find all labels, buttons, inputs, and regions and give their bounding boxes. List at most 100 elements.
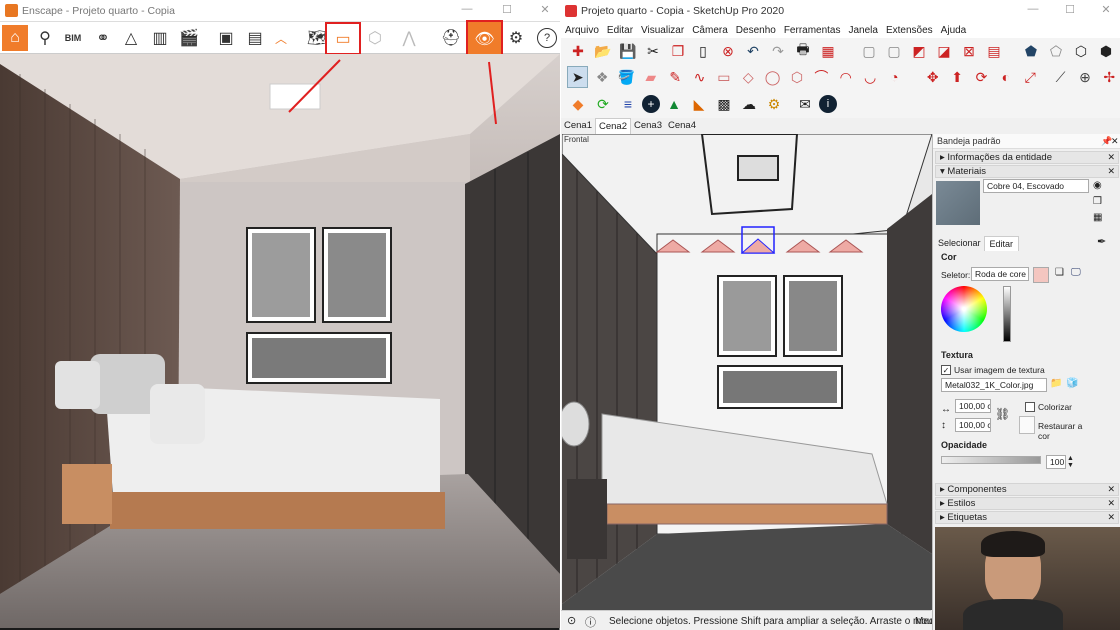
reset-color-swatch[interactable] bbox=[1019, 416, 1035, 434]
menu-arquivo[interactable]: Arquivo bbox=[561, 22, 603, 38]
cut-icon[interactable]: ✂ bbox=[642, 40, 664, 62]
tags-close-icon[interactable]: ✕ bbox=[1107, 512, 1115, 523]
arc-2-icon[interactable]: ◠ bbox=[835, 66, 856, 88]
eraser-icon[interactable]: ▰ bbox=[640, 66, 661, 88]
feedback-mail-icon[interactable]: ✉ bbox=[794, 93, 816, 115]
solid-tools-1-icon[interactable]: ◩ bbox=[908, 40, 930, 62]
tab-cena1[interactable]: Cena1 bbox=[561, 118, 595, 134]
arc-icon[interactable]: ⌒ bbox=[811, 66, 832, 88]
orbit-icon[interactable]: ⊕ bbox=[1074, 66, 1095, 88]
maximize-icon[interactable]: ☐ bbox=[1063, 3, 1077, 17]
tab-select[interactable]: Selecionar bbox=[935, 236, 984, 251]
push-pull-icon[interactable]: ⬆ bbox=[946, 66, 967, 88]
match-model-color-icon[interactable]: ❏ bbox=[1055, 267, 1064, 278]
freehand-icon[interactable]: ∿ bbox=[689, 66, 710, 88]
arc-3-icon[interactable]: ◡ bbox=[859, 66, 880, 88]
model-info-icon[interactable]: ▦ bbox=[817, 40, 839, 62]
undo-icon[interactable]: ↶ bbox=[742, 40, 764, 62]
texture-width-field[interactable]: 100,00 cr bbox=[955, 399, 991, 413]
opacity-slider[interactable] bbox=[941, 456, 1041, 464]
rectangle-icon[interactable]: ▭ bbox=[713, 66, 734, 88]
section-components[interactable]: ▸ Componentes ✕ bbox=[935, 483, 1119, 496]
menu-ajuda[interactable]: Ajuda bbox=[937, 22, 971, 38]
redo-icon[interactable]: ↷ bbox=[767, 40, 789, 62]
use-texture-checkbox[interactable]: ✓ bbox=[941, 365, 951, 375]
texture-height-field[interactable]: 100,00 cr bbox=[955, 418, 991, 432]
iso-view-icon[interactable]: ⬟ bbox=[1020, 40, 1042, 62]
browse-folder-icon[interactable]: 📁 bbox=[1050, 378, 1062, 389]
push-pull-1-icon[interactable]: ▢ bbox=[858, 40, 880, 62]
tray-close-icon[interactable]: ✕ bbox=[1111, 136, 1119, 147]
tab-cena2[interactable]: Cena2 bbox=[595, 118, 631, 134]
menu-desenho[interactable]: Desenho bbox=[732, 22, 780, 38]
status-geo-icon[interactable]: ⊙ bbox=[567, 614, 576, 627]
color-swatch[interactable] bbox=[1033, 267, 1049, 283]
sample-paint-icon[interactable]: ◉ bbox=[1093, 180, 1102, 191]
menu-camera[interactable]: Câmera bbox=[688, 22, 732, 38]
opacity-stepper-icon[interactable]: ▲ ▼ bbox=[1067, 455, 1074, 469]
push-pull-2-icon[interactable]: ▢ bbox=[883, 40, 905, 62]
save-icon[interactable]: 💾 bbox=[617, 40, 639, 62]
top-view-icon[interactable]: ⬠ bbox=[1045, 40, 1067, 62]
select-arrow-icon[interactable]: ➤ bbox=[567, 66, 589, 88]
display-secondary-icon[interactable]: ▦ bbox=[1093, 212, 1102, 223]
mountain-icon[interactable]: ◣ bbox=[688, 93, 710, 115]
copy-icon[interactable]: ❐ bbox=[667, 40, 689, 62]
material-name-field[interactable]: Cobre 04, Escovado bbox=[983, 179, 1089, 193]
link-chain-icon[interactable]: ⛓ bbox=[995, 407, 1010, 421]
circle-icon[interactable]: ◯ bbox=[762, 66, 783, 88]
pie-icon[interactable]: ◔ bbox=[884, 66, 905, 88]
enscape-sync-icon[interactable]: ⟳ bbox=[592, 93, 614, 115]
solid-tools-4-icon[interactable]: ▤ bbox=[983, 40, 1005, 62]
cloud-upload-icon[interactable]: ☁ bbox=[738, 93, 760, 115]
make-component-icon[interactable]: ❖ bbox=[591, 66, 612, 88]
checker-icon[interactable]: ▩ bbox=[713, 93, 735, 115]
erase-icon[interactable]: ⊗ bbox=[717, 40, 739, 62]
polygon-icon[interactable]: ⬡ bbox=[786, 66, 807, 88]
print-icon[interactable]: 🖶 bbox=[792, 40, 814, 62]
new-file-icon[interactable]: ✚ bbox=[567, 40, 589, 62]
opacity-value-field[interactable]: 100 bbox=[1046, 455, 1066, 469]
materials-close-icon[interactable]: ✕ bbox=[1107, 166, 1115, 177]
create-material-icon[interactable]: ❒ bbox=[1093, 196, 1102, 207]
tree-icon[interactable]: ▲ bbox=[663, 93, 685, 115]
add-circle-icon[interactable]: + bbox=[642, 95, 660, 113]
enscape-start-icon[interactable]: ◆ bbox=[567, 93, 589, 115]
menu-visualizar[interactable]: Visualizar bbox=[637, 22, 688, 38]
info-icon[interactable]: i bbox=[819, 95, 837, 113]
gear-settings-icon[interactable]: ⚙ bbox=[763, 93, 785, 115]
rotated-rectangle-icon[interactable]: ◇ bbox=[738, 66, 759, 88]
follow-me-icon[interactable]: ◐ bbox=[995, 66, 1016, 88]
paint-bucket-icon[interactable]: 🪣 bbox=[616, 66, 637, 88]
section-materials[interactable]: ▾ Materiais ✕ bbox=[935, 165, 1119, 178]
section-entity-info[interactable]: ▸ Informações da entidade ✕ bbox=[935, 151, 1119, 164]
open-folder-icon[interactable]: 📂 bbox=[592, 40, 614, 62]
status-info-icon[interactable]: ⓘ bbox=[585, 614, 596, 630]
components-close-icon[interactable]: ✕ bbox=[1107, 484, 1115, 495]
menu-extensoes[interactable]: Extensões bbox=[882, 22, 937, 38]
section-tags[interactable]: ▸ Etiquetas ✕ bbox=[935, 511, 1119, 524]
line-pencil-icon[interactable]: ✎ bbox=[665, 66, 686, 88]
colorize-checkbox[interactable] bbox=[1025, 402, 1035, 412]
front-view-icon[interactable]: ⬡ bbox=[1070, 40, 1092, 62]
rotate-icon[interactable]: ⟳ bbox=[971, 66, 992, 88]
minimize-icon[interactable]: — bbox=[1026, 3, 1040, 17]
paste-icon[interactable]: ▯ bbox=[692, 40, 714, 62]
edit-texture-icon[interactable]: 🧊 bbox=[1066, 378, 1078, 389]
menu-ferramentas[interactable]: Ferramentas bbox=[780, 22, 845, 38]
styles-close-icon[interactable]: ✕ bbox=[1107, 498, 1115, 509]
entity-info-close-icon[interactable]: ✕ bbox=[1107, 152, 1115, 163]
tab-edit[interactable]: Editar bbox=[983, 236, 1020, 251]
sketchup-viewport[interactable]: Frontal bbox=[562, 134, 932, 610]
match-screen-color-icon[interactable]: 🖵 bbox=[1071, 267, 1081, 278]
menu-janela[interactable]: Janela bbox=[845, 22, 882, 38]
texture-file-field[interactable]: Metal032_1K_Color.jpg bbox=[941, 378, 1047, 392]
enscape-views-icon[interactable]: ≡ bbox=[617, 93, 639, 115]
scale-icon[interactable]: ⤢ bbox=[1020, 66, 1041, 88]
section-styles[interactable]: ▸ Estilos ✕ bbox=[935, 497, 1119, 510]
menu-editar[interactable]: Editar bbox=[603, 22, 637, 38]
tab-cena4[interactable]: Cena4 bbox=[665, 118, 699, 134]
close-icon[interactable]: ✕ bbox=[1099, 3, 1113, 17]
eyedropper-icon[interactable]: ✒ bbox=[1097, 235, 1106, 248]
brightness-slider[interactable] bbox=[1003, 286, 1011, 342]
